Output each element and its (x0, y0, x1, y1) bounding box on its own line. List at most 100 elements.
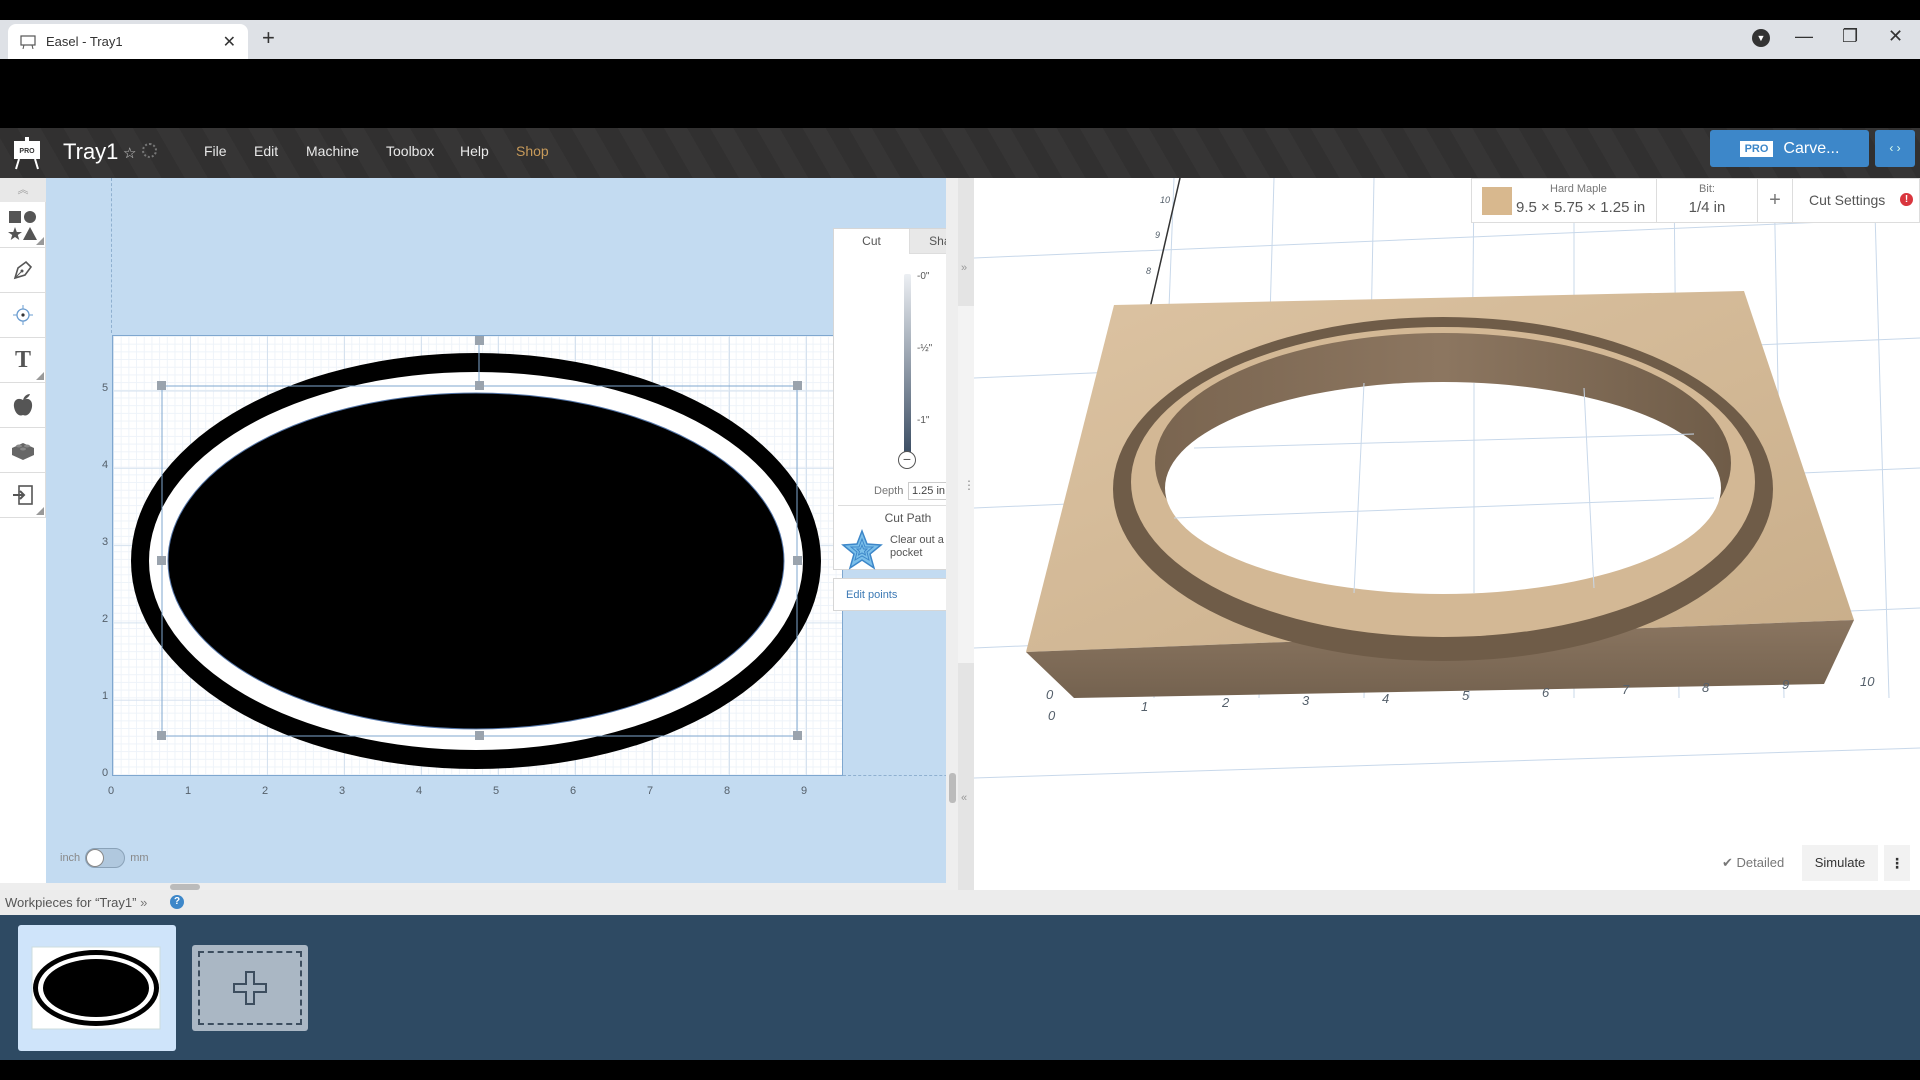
x-tick: 4 (416, 785, 423, 797)
bit-selector[interactable]: Bit: 1/4 in (1657, 179, 1758, 222)
material-dimensions: 9.5 × 5.75 × 1.25 in (1516, 199, 1646, 216)
3d-x-tick: 8 (1702, 680, 1710, 695)
left-toolbar: ︽ T (0, 178, 46, 518)
minimize-button[interactable]: — (1795, 26, 1813, 47)
x-tick: 2 (262, 785, 269, 797)
text-icon: T (14, 346, 31, 373)
app-header: PRO Tray1 ☆ File Edit Machine Toolbox He… (0, 128, 1920, 178)
add-workpiece-button[interactable] (192, 945, 308, 1031)
3d-y-tick: 0 (1046, 687, 1054, 702)
pen-tool[interactable] (0, 248, 46, 293)
3d-y-tick: 9 (1155, 230, 1161, 240)
more-options-button[interactable]: ⋮ (1884, 845, 1910, 881)
pane-divider[interactable]: » ⋮ « (958, 178, 975, 890)
x-tick: 8 (724, 785, 731, 797)
cut-path-value[interactable]: Clear out a pocket (890, 534, 950, 560)
pro-badge: PRO (1739, 140, 1774, 157)
menu-toolbox[interactable]: Toolbox (386, 143, 434, 159)
new-tab-button[interactable]: + (262, 25, 275, 51)
add-bit-button[interactable]: + (1758, 179, 1793, 222)
x-tick: 9 (801, 785, 808, 797)
canvas-vertical-scrollbar[interactable] (946, 178, 958, 890)
shapes-icon (8, 210, 37, 240)
unit-toggle-group: inch mm (60, 848, 149, 868)
detailed-toggle[interactable]: ✔ Detailed (1722, 855, 1784, 871)
edit-points-label: Edit points (846, 589, 898, 601)
3d-x-tick: 3 (1302, 693, 1310, 708)
help-icon[interactable]: ? (170, 895, 184, 909)
material-selector[interactable]: Hard Maple 9.5 × 5.75 × 1.25 in (1472, 179, 1657, 222)
design-canvas[interactable]: 0 1 2 3 4 5 6 7 8 9 0 1 2 3 4 5 Cut Shap… (46, 178, 993, 883)
simulate-button[interactable]: Simulate (1802, 845, 1878, 881)
menu-shop[interactable]: Shop (516, 143, 549, 159)
x-tick: 3 (339, 785, 346, 797)
browser-tab[interactable]: Easel - Tray1 ✕ (8, 24, 248, 59)
canvas-horizontal-scrollbar[interactable] (0, 883, 946, 890)
point-tool[interactable] (0, 293, 46, 338)
machine-jog-button[interactable]: ‹ › (1875, 130, 1915, 167)
download-icon[interactable]: ▼ (1752, 29, 1770, 47)
workpieces-panel (0, 915, 1920, 1060)
x-tick: 6 (570, 785, 577, 797)
3d-y-tick: 8 (1146, 266, 1152, 276)
material-swatch (1482, 187, 1512, 215)
scroll-thumb[interactable] (949, 773, 956, 803)
apps-tool[interactable] (0, 428, 46, 473)
pocket-star-icon[interactable] (841, 529, 883, 571)
collapse-toolbar-button[interactable]: ︽ (0, 178, 46, 202)
collapse-left-icon[interactable]: « (961, 792, 967, 804)
menu-help[interactable]: Help (460, 143, 489, 159)
canvas-guide (111, 178, 112, 333)
plus-icon (233, 971, 267, 1005)
inner-ellipse-pocket[interactable] (167, 392, 785, 730)
y-tick: 4 (102, 459, 109, 471)
star-icon[interactable]: ☆ (123, 144, 136, 162)
import-icon (13, 485, 33, 505)
depth-slider-handle[interactable]: − (898, 451, 916, 469)
close-tab-icon[interactable]: ✕ (223, 32, 236, 52)
3d-scene (974, 178, 1920, 779)
3d-preview[interactable]: 0 1 2 3 4 5 6 7 8 9 10 0 8 9 10 Hard Map… (974, 178, 1920, 890)
document-title[interactable]: Tray1 (63, 139, 118, 165)
collapse-right-icon[interactable]: » (961, 262, 967, 274)
easel-pro-logo[interactable]: PRO (12, 136, 42, 170)
menu-edit[interactable]: Edit (254, 143, 278, 159)
y-tick: 2 (102, 613, 109, 625)
crosshair-icon (13, 305, 33, 325)
3d-x-tick: 6 (1542, 685, 1550, 700)
cut-settings-button[interactable]: Cut Settings ! (1793, 179, 1919, 222)
menu-machine[interactable]: Machine (306, 143, 359, 159)
bit-value: 1/4 in (1688, 199, 1726, 216)
easel-icon (20, 34, 36, 49)
sync-status-icon (142, 143, 157, 158)
restore-button[interactable]: ❐ (1842, 26, 1858, 47)
drag-handle[interactable]: ⋮ (958, 306, 975, 663)
expand-icon[interactable]: » (140, 895, 147, 910)
icons-tool[interactable] (0, 383, 46, 428)
shapes-tool[interactable] (0, 202, 46, 248)
import-tool[interactable] (0, 473, 46, 518)
unit-mm-label: mm (130, 852, 149, 864)
text-tool[interactable]: T (0, 338, 46, 383)
pen-icon (13, 260, 33, 280)
workpieces-label[interactable]: Workpieces for “Tray1” » (5, 895, 147, 910)
depth-slider[interactable] (904, 274, 911, 454)
close-window-button[interactable]: ✕ (1888, 26, 1903, 47)
carve-button[interactable]: PRO Carve... (1710, 130, 1869, 167)
3d-x-tick: 4 (1382, 691, 1390, 706)
material-bar: Hard Maple 9.5 × 5.75 × 1.25 in Bit: 1/4… (1471, 178, 1920, 223)
3d-x-tick: 1 (1141, 699, 1149, 714)
material-grid[interactable] (112, 335, 843, 776)
depth-tick: -½" (917, 343, 933, 354)
workpiece-preview (31, 946, 161, 1030)
3d-x-tick: 2 (1222, 695, 1230, 710)
bit-label: Bit: (1699, 183, 1715, 195)
lego-brick-icon (12, 443, 34, 460)
tab-cut[interactable]: Cut (834, 229, 909, 254)
workpiece-thumbnail[interactable] (18, 925, 176, 1051)
unit-inch-label: inch (60, 852, 81, 864)
menu-file[interactable]: File (204, 143, 227, 159)
alert-icon: ! (1900, 193, 1913, 206)
workspace: ︽ T 0 1 2 3 4 5 6 7 8 9 0 1 2 3 4 5 Cut … (0, 178, 1920, 890)
unit-toggle[interactable] (85, 848, 126, 868)
